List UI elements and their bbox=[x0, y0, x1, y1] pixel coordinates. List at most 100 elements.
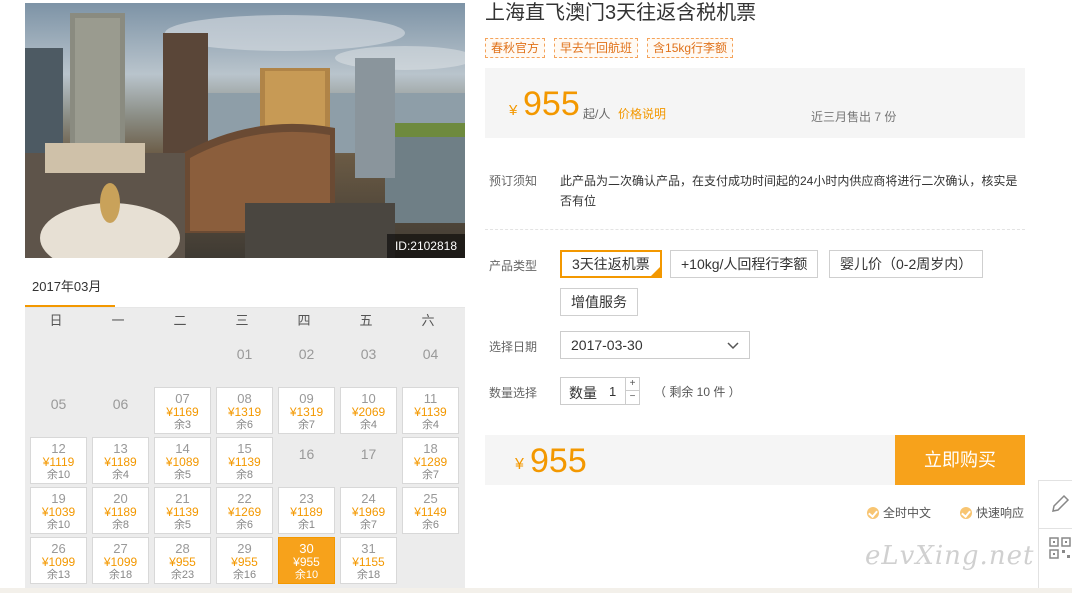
calendar-day[interactable]: 27 ¥1099 余18 bbox=[92, 537, 149, 584]
option-extra-baggage[interactable]: +10kg/人回程行李额 bbox=[670, 250, 819, 278]
section-divider bbox=[485, 229, 1025, 230]
calendar-day[interactable]: 11 ¥1139 余4 bbox=[402, 387, 459, 434]
calendar-day-number: 08 bbox=[237, 391, 252, 406]
calendar-day[interactable]: 10 ¥2069 余4 bbox=[340, 387, 397, 434]
calendar-day-price: ¥1269 bbox=[227, 505, 262, 519]
calendar-day[interactable]: 28 ¥955 余23 bbox=[154, 537, 211, 584]
option-3day-roundtrip[interactable]: 3天往返机票 bbox=[560, 250, 662, 278]
buy-now-button[interactable]: 立即购买 bbox=[895, 435, 1025, 485]
service-label: 快速响应 bbox=[976, 506, 1025, 520]
calendar-day-price: ¥1189 bbox=[104, 455, 137, 469]
calendar-weekday: 二 bbox=[173, 313, 187, 328]
calendar-grid: 01 02 03 04 05 06 07 ¥1169 余3 08 ¥1319 余6 09 ¥1319 余7 1… bbox=[25, 333, 465, 584]
calendar-day[interactable]: 25 ¥1149 余6 bbox=[402, 487, 459, 534]
calendar-day-remaining: 余10 bbox=[46, 519, 71, 531]
calendar-weekday: 五 bbox=[359, 313, 373, 328]
calendar-day-number: 10 bbox=[361, 391, 376, 406]
calendar-day[interactable]: 24 ¥1969 余7 bbox=[340, 487, 397, 534]
product-photo[interactable]: ID:2102818 bbox=[25, 3, 465, 258]
calendar-day: 03 bbox=[340, 337, 397, 384]
calendar-day-price: ¥1319 bbox=[227, 405, 262, 419]
calendar-day[interactable]: 15 ¥1139 余8 bbox=[216, 437, 273, 484]
notice-label: 预订须知 bbox=[489, 174, 538, 188]
calendar-day-selected[interactable]: 30 ¥955 余10 bbox=[278, 537, 335, 584]
calendar-day-remaining: 余4 bbox=[359, 419, 378, 431]
calendar-day-number: 16 bbox=[298, 446, 315, 462]
calendar-day-remaining: 余10 bbox=[46, 469, 71, 481]
calendar-day: 16 bbox=[278, 437, 335, 484]
calendar-weekday: 三 bbox=[235, 313, 249, 328]
calendar-day-number: 24 bbox=[361, 491, 376, 506]
calendar-day[interactable]: 21 ¥1139 余5 bbox=[154, 487, 211, 534]
calendar-day-price: ¥1139 bbox=[166, 505, 199, 519]
calendar-day-remaining: 余7 bbox=[297, 419, 316, 431]
date-select[interactable]: 2017-03-30 bbox=[560, 331, 750, 359]
service-item-fast-response: 快速响应 bbox=[960, 504, 1024, 521]
tag-flight-time: 早去午回航班 bbox=[554, 38, 639, 58]
quantity-plus-button[interactable]: + bbox=[625, 378, 639, 391]
chevron-down-icon bbox=[727, 342, 739, 350]
check-circle-icon bbox=[867, 506, 879, 519]
calendar-weekday: 日 bbox=[49, 313, 63, 328]
buy-bar: ¥ 955 立即购买 bbox=[485, 435, 1025, 485]
side-toolbar bbox=[1038, 480, 1072, 590]
service-label: 全时中文 bbox=[883, 506, 932, 520]
calendar-day[interactable]: 26 ¥1099 余13 bbox=[30, 537, 87, 584]
calendar-weekday: 一 bbox=[111, 313, 125, 328]
calendar-day-number: 05 bbox=[50, 396, 67, 412]
calendar-day-price: ¥955 bbox=[231, 555, 258, 569]
calendar-day[interactable]: 20 ¥1189 余8 bbox=[92, 487, 149, 534]
calendar-day-remaining: 余4 bbox=[111, 469, 130, 481]
calendar-day-number: 03 bbox=[360, 346, 377, 362]
calendar-day-number: 22 bbox=[237, 491, 252, 506]
calendar-day-price: ¥2069 bbox=[351, 405, 386, 419]
check-circle-icon bbox=[960, 506, 972, 519]
total-currency: ¥ bbox=[515, 456, 524, 473]
calendar-day[interactable]: 18 ¥1289 余7 bbox=[402, 437, 459, 484]
calendar-day-price: ¥1119 bbox=[42, 455, 75, 469]
calendar-day[interactable]: 14 ¥1089 余5 bbox=[154, 437, 211, 484]
product-type-label: 产品类型 bbox=[489, 259, 538, 273]
calendar-day[interactable]: 22 ¥1269 余6 bbox=[216, 487, 273, 534]
pencil-icon[interactable] bbox=[1049, 493, 1071, 515]
notice-text: 此产品为二次确认产品，在支付成功时间起的24小时内供应商将进行二次确认，核实是否… bbox=[560, 174, 1018, 208]
quantity-minus-button[interactable]: − bbox=[625, 391, 639, 404]
qr-code-icon[interactable] bbox=[1049, 537, 1071, 559]
date-label: 选择日期 bbox=[489, 340, 538, 354]
calendar-day-number: 11 bbox=[423, 391, 438, 406]
product-tags: 春秋官方 早去午回航班 含15kg行李额 bbox=[485, 38, 734, 58]
photo-illustration bbox=[25, 13, 465, 258]
calendar-day[interactable]: 31 ¥1155 余18 bbox=[340, 537, 397, 584]
calendar-day-number: 19 bbox=[51, 491, 66, 506]
calendar-day[interactable]: 09 ¥1319 余7 bbox=[278, 387, 335, 434]
quantity-input[interactable] bbox=[609, 384, 623, 399]
calendar-month-tab[interactable]: 2017年03月 bbox=[25, 276, 115, 308]
calendar-day[interactable]: 13 ¥1189 余4 bbox=[92, 437, 149, 484]
calendar-day-price: ¥1969 bbox=[351, 505, 386, 519]
calendar-day[interactable]: 29 ¥955 余16 bbox=[216, 537, 273, 584]
calendar-day-price: ¥1319 bbox=[289, 405, 324, 419]
price-note-link[interactable]: 价格说明 bbox=[618, 105, 666, 122]
calendar-day[interactable]: 12 ¥1119 余10 bbox=[30, 437, 87, 484]
price-currency: ¥ bbox=[509, 102, 518, 119]
calendar-day-number: 18 bbox=[423, 441, 438, 456]
tag-official: 春秋官方 bbox=[485, 38, 546, 58]
calendar-day-remaining: 余18 bbox=[108, 569, 133, 581]
calendar-day-remaining: 余6 bbox=[235, 419, 254, 431]
calendar-day-remaining: 余13 bbox=[46, 569, 71, 581]
price-calendar: 日一二三四五六 01 02 03 04 05 06 07 ¥1169 余3 08 ¥1319 余6 09… bbox=[25, 308, 465, 588]
calendar-day[interactable]: 07 ¥1169 余3 bbox=[154, 387, 211, 434]
calendar-day-number: 31 bbox=[361, 541, 376, 556]
calendar-day-number: 26 bbox=[51, 541, 66, 556]
calendar-day[interactable]: 19 ¥1039 余10 bbox=[30, 487, 87, 534]
calendar-day-remaining: 余5 bbox=[173, 519, 192, 531]
calendar-day-number: 15 bbox=[237, 441, 252, 456]
calendar-day-remaining: 余1 bbox=[297, 519, 316, 531]
calendar-day[interactable]: 08 ¥1319 余6 bbox=[216, 387, 273, 434]
calendar-day-price: ¥1149 bbox=[414, 505, 447, 519]
option-value-added-service[interactable]: 增值服务 bbox=[560, 288, 638, 316]
quantity-field-label: 数量 bbox=[569, 385, 597, 401]
calendar-day-price: ¥1089 bbox=[165, 455, 200, 469]
option-infant-price[interactable]: 婴儿价（0-2周岁内） bbox=[829, 250, 984, 278]
calendar-day[interactable]: 23 ¥1189 余1 bbox=[278, 487, 335, 534]
